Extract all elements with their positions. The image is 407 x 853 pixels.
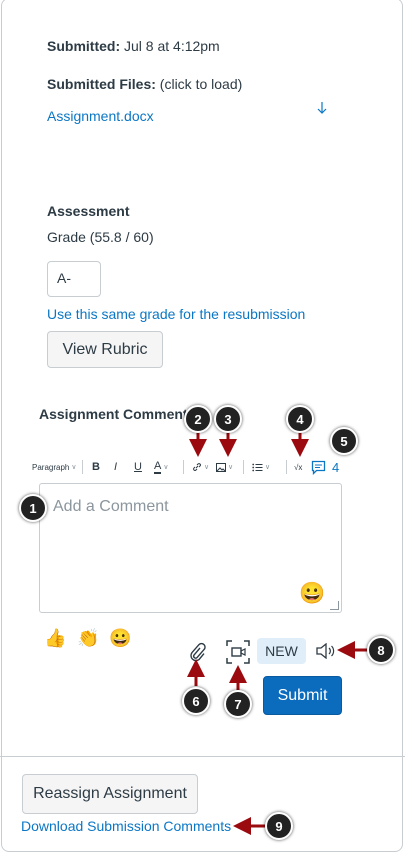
callout-2: 2 (184, 405, 212, 433)
callout-9: 9 (265, 812, 293, 840)
callout-7: 7 (224, 690, 252, 718)
callout-3: 3 (214, 405, 242, 433)
callout-4: 4 (286, 405, 314, 433)
callout-5: 5 (330, 427, 358, 455)
callout-8: 8 (367, 636, 395, 664)
callout-6: 6 (182, 687, 210, 715)
callout-1: 1 (19, 494, 47, 522)
